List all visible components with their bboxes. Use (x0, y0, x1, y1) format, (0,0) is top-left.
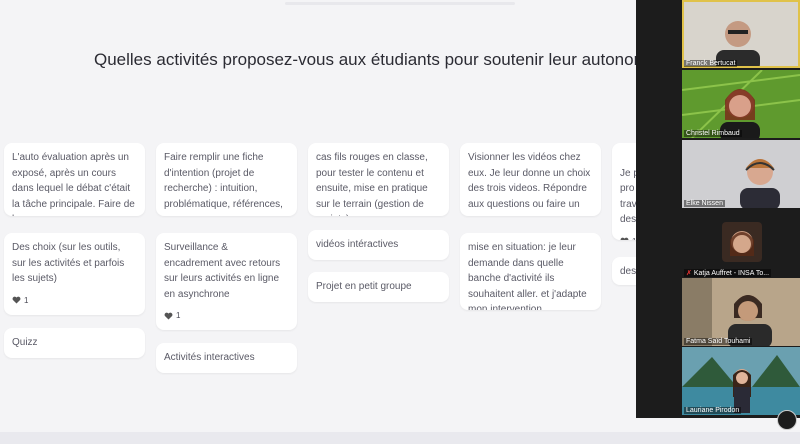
participant-name: Franck Bertucat (684, 60, 738, 67)
answer-card[interactable]: Faire remplir une fiche d'intention (pro… (156, 143, 297, 216)
participant-avatar (682, 278, 800, 346)
participant-name: Lauriane Pirodon (684, 407, 742, 414)
answer-card[interactable]: Des choix (sur les outils, sur les activ… (4, 233, 145, 315)
participant-avatar (682, 0, 800, 68)
participant-video[interactable]: Franck Bertucat (682, 0, 800, 68)
participant-avatar (682, 140, 800, 208)
answer-card[interactable]: L'auto évaluation après un exposé, après… (4, 143, 145, 216)
participant-avatar (682, 347, 800, 415)
answer-card[interactable]: Surveillance & encadrement avec retours … (156, 233, 297, 330)
answer-card[interactable]: cas fils rouges en classe, pour tester l… (308, 143, 449, 216)
answer-text: Visionner les vidéos chez eux. Je leur d… (468, 152, 591, 210)
answer-text: des (620, 266, 637, 277)
answer-text: Faire remplir une fiche d'intention (pro… (164, 152, 283, 210)
participant-video[interactable]: Christel Rimbaud (682, 70, 800, 138)
participant-video[interactable]: Fatma Saïd Touhami (682, 278, 800, 346)
like-counter[interactable]: 1 (164, 308, 289, 324)
like-counter[interactable]: 1 (12, 293, 137, 309)
participant-avatar (682, 70, 800, 138)
answer-text: Activités interactives (164, 352, 255, 363)
participant-video[interactable]: Lauriane Pirodon (682, 347, 800, 415)
participant-name-text: Katja Auffret - INSA To... (693, 270, 770, 277)
answer-text: vidéos intéractives (316, 239, 399, 250)
participant-video[interactable]: Elke Nissen (682, 140, 800, 208)
answer-text: Quizz (12, 337, 38, 348)
participant-name: ✗ Katja Auffret - INSA To... (684, 269, 772, 277)
answer-card[interactable]: Visionner les vidéos chez eux. Je leur d… (460, 143, 601, 216)
panel-resize-handle[interactable] (777, 410, 797, 430)
answer-card[interactable]: vidéos intéractives (308, 230, 449, 260)
answer-card[interactable]: Quizz (4, 328, 145, 358)
participant-avatar (682, 210, 800, 278)
answer-text: Surveillance & encadrement avec retours … (164, 242, 281, 300)
like-count: 1 (24, 295, 29, 305)
top-divider (285, 2, 515, 5)
answer-card[interactable]: mise en situation: je leur demande dans … (460, 233, 601, 310)
answer-text: cas fils rouges en classe, pour tester l… (316, 152, 428, 216)
answer-card[interactable]: Projet en petit groupe (308, 272, 449, 302)
answer-text: L'auto évaluation après un exposé, après… (12, 152, 135, 216)
answer-text: mise en situation: je leur demande dans … (468, 242, 587, 310)
mic-muted-icon: ✗ (686, 270, 692, 277)
participant-name: Elke Nissen (684, 200, 725, 207)
heart-icon (620, 237, 629, 240)
participant-video[interactable]: ✗ Katja Auffret - INSA To... (682, 210, 800, 278)
bottom-toolbar (0, 432, 800, 444)
answer-card[interactable]: Activités interactives (156, 343, 297, 373)
participant-name: Christel Rimbaud (684, 130, 742, 137)
heart-icon (164, 312, 173, 320)
heart-icon (12, 296, 21, 304)
answer-text: Projet en petit groupe (316, 281, 412, 292)
answer-text: Des choix (sur les outils, sur les activ… (12, 242, 125, 284)
question-title: Quelles activités proposez-vous aux étud… (94, 50, 648, 69)
like-count: 1 (176, 311, 181, 320)
participant-name: Fatma Saïd Touhami (684, 338, 753, 345)
